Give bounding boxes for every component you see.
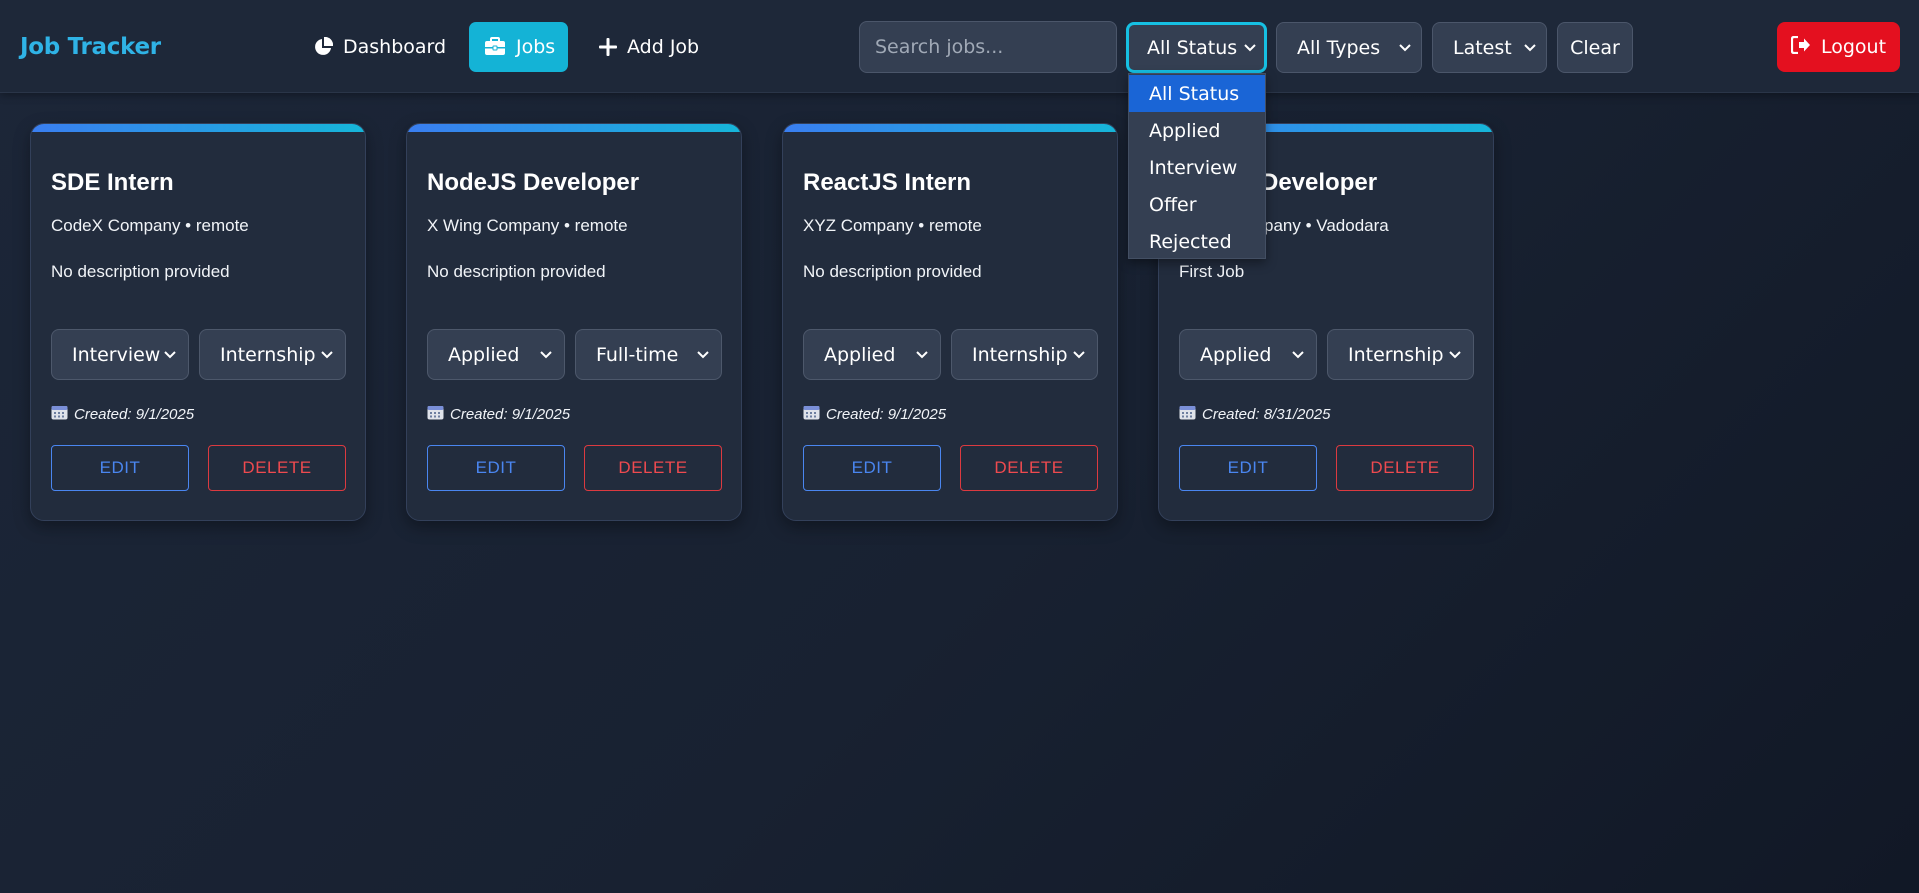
type-filter-value: All Types: [1297, 36, 1381, 59]
nav-link-label: Add Job: [627, 36, 700, 58]
status-filter-select[interactable]: All Status: [1126, 22, 1267, 73]
chevron-down-icon: [916, 350, 928, 358]
job-title: Developer: [1261, 169, 1378, 196]
pie-chart-icon: [313, 37, 333, 57]
chevron-down-icon: [1524, 43, 1536, 51]
job-type-select[interactable]: Internship: [199, 329, 346, 380]
job-description: No description provided: [803, 262, 982, 281]
logout-button[interactable]: Logout: [1777, 22, 1900, 72]
dropdown-option-interview[interactable]: Interview: [1129, 149, 1265, 186]
job-created-text: Created: 8/31/2025: [1202, 405, 1331, 423]
chevron-down-icon: [1399, 43, 1411, 51]
job-created-date: Created: 9/1/2025: [51, 404, 194, 424]
job-created-text: Created: 9/1/2025: [826, 405, 947, 423]
edit-job-button[interactable]: EDIT: [1179, 445, 1317, 491]
sort-filter-value: Latest: [1453, 36, 1512, 59]
type-filter-select[interactable]: All Types: [1276, 22, 1422, 73]
calendar-icon: [51, 404, 68, 424]
delete-job-button[interactable]: DELETE: [1336, 445, 1474, 491]
chevron-down-icon: [321, 350, 333, 358]
sort-filter-select[interactable]: Latest: [1432, 22, 1547, 73]
job-company-location: X Wing Company • remote: [427, 216, 628, 235]
nav-link-dashboard[interactable]: Dashboard: [298, 22, 461, 72]
job-description: First Job: [1179, 262, 1245, 281]
plus-icon: [599, 38, 617, 56]
calendar-icon: [427, 404, 444, 424]
delete-job-button[interactable]: DELETE: [960, 445, 1098, 491]
job-created-date: Created: 9/1/2025: [803, 404, 946, 424]
job-status-value: Applied: [1200, 343, 1272, 366]
nav-link-jobs[interactable]: Jobs: [469, 22, 568, 72]
job-status-select[interactable]: Applied: [1179, 329, 1317, 380]
chevron-down-icon: [1449, 350, 1461, 358]
job-company-location: CodeX Company • remote: [51, 216, 249, 235]
chevron-down-icon: [1292, 350, 1304, 358]
nav-link-label: Jobs: [516, 36, 556, 58]
job-created-date: Created: 8/31/2025: [1179, 404, 1330, 424]
job-title: NodeJS Developer: [427, 169, 640, 196]
dropdown-option-rejected[interactable]: Rejected: [1129, 223, 1265, 260]
job-card: SDE Intern CodeX Company • remote No des…: [30, 123, 366, 521]
job-company-location: XYZ Company • remote: [803, 216, 982, 235]
logout-icon: [1790, 35, 1811, 59]
job-type-value: Internship: [1348, 343, 1444, 366]
job-created-date: Created: 9/1/2025: [427, 404, 570, 424]
edit-job-button[interactable]: EDIT: [803, 445, 941, 491]
dropdown-option-applied[interactable]: Applied: [1129, 112, 1265, 149]
job-card: ReactJS Intern XYZ Company • remote No d…: [782, 123, 1118, 521]
card-accent-bar: [407, 124, 741, 132]
logout-label: Logout: [1820, 36, 1887, 58]
job-status-value: Interview: [72, 343, 161, 366]
job-card: NodeJS Developer X Wing Company • remote…: [406, 123, 742, 521]
job-description: No description provided: [51, 262, 230, 281]
edit-job-button[interactable]: EDIT: [427, 445, 565, 491]
job-type-select[interactable]: Internship: [1327, 329, 1474, 380]
dropdown-option-all-status[interactable]: All Status: [1129, 75, 1265, 112]
delete-job-button[interactable]: DELETE: [584, 445, 722, 491]
edit-job-button[interactable]: EDIT: [51, 445, 189, 491]
job-description: No description provided: [427, 262, 606, 281]
clear-filters-button[interactable]: Clear: [1557, 22, 1633, 73]
chevron-down-icon: [1073, 350, 1085, 358]
job-status-select[interactable]: Applied: [427, 329, 565, 380]
chevron-down-icon: [1244, 43, 1256, 51]
brand-logo[interactable]: Job Tracker: [20, 34, 161, 60]
top-navbar: Job Tracker Dashboard Jobs Add Job Searc…: [0, 0, 1919, 93]
job-created-text: Created: 9/1/2025: [74, 405, 195, 423]
job-status-select[interactable]: Interview: [51, 329, 189, 380]
job-status-value: Applied: [824, 343, 896, 366]
job-created-text: Created: 9/1/2025: [450, 405, 571, 423]
chevron-down-icon: [164, 350, 176, 358]
job-status-select[interactable]: Applied: [803, 329, 941, 380]
calendar-icon: [803, 404, 820, 424]
job-title: SDE Intern: [51, 169, 174, 196]
status-filter-value: All Status: [1147, 36, 1238, 59]
status-dropdown-menu: All Status Applied Interview Offer Rejec…: [1128, 73, 1266, 259]
chevron-down-icon: [540, 350, 552, 358]
briefcase-icon: [484, 37, 506, 57]
job-type-value: Internship: [220, 343, 316, 366]
job-type-select[interactable]: Internship: [951, 329, 1098, 380]
job-title: ReactJS Intern: [803, 169, 972, 196]
job-type-value: Full-time: [596, 343, 679, 366]
nav-link-add-job[interactable]: Add Job: [584, 22, 714, 72]
job-type-value: Internship: [972, 343, 1068, 366]
nav-link-label: Dashboard: [343, 36, 447, 58]
job-status-value: Applied: [448, 343, 520, 366]
calendar-icon: [1179, 404, 1196, 424]
chevron-down-icon: [697, 350, 709, 358]
card-accent-bar: [783, 124, 1117, 132]
job-company-location: pany • Vadodara: [1264, 216, 1389, 235]
card-accent-bar: [31, 124, 365, 132]
dropdown-option-offer[interactable]: Offer: [1129, 186, 1265, 223]
job-type-select[interactable]: Full-time: [575, 329, 722, 380]
search-input[interactable]: [859, 21, 1117, 73]
delete-job-button[interactable]: DELETE: [208, 445, 346, 491]
